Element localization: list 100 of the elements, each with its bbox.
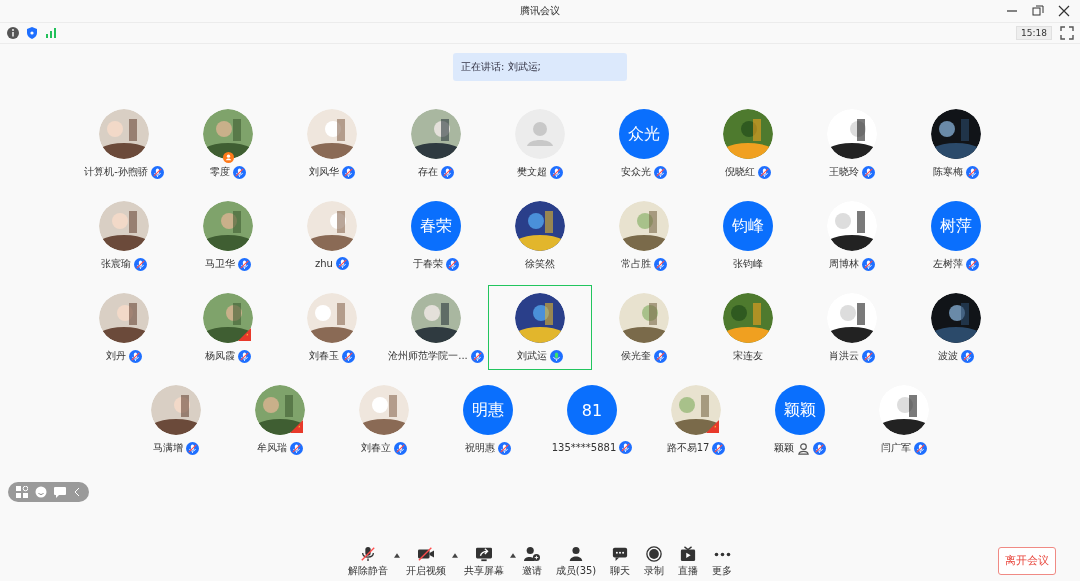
participant-name: 计算机-孙煦骄	[84, 165, 148, 179]
participant-name: 135****5881	[551, 442, 617, 453]
avatar-initials: 钧峰	[723, 201, 773, 251]
participant-tile[interactable]: 张宸瑜	[72, 193, 176, 278]
restore-icon[interactable]	[1032, 5, 1044, 17]
fullscreen-icon[interactable]	[1060, 26, 1074, 40]
camera-off-icon	[416, 546, 435, 562]
participant-tile[interactable]: 刘武运	[488, 285, 592, 370]
participant-tile[interactable]: 侯光奎	[592, 285, 696, 370]
toolbar-button[interactable]: 邀请	[521, 546, 542, 578]
window-title: 腾讯会议	[520, 4, 560, 18]
avatar-initials: 81	[567, 385, 617, 435]
participant-name: 闫广军	[881, 441, 911, 455]
toolbar-button[interactable]: 直播	[678, 546, 699, 578]
info-icon[interactable]	[6, 26, 20, 40]
avatar-initials: 颖颖	[775, 385, 825, 435]
participant-tile[interactable]: 波波	[904, 285, 1008, 370]
participant-name: 倪晓红	[725, 165, 755, 179]
add-person-icon	[522, 546, 541, 562]
participant-tile[interactable]: 杨凤霞	[176, 285, 280, 370]
participant-name: 樊文超	[517, 165, 547, 179]
participant-tile[interactable]: 颖颖 颖颖	[748, 377, 852, 462]
participant-name: 王晓玲	[829, 165, 859, 179]
toolbar-button[interactable]: 成员(35)	[555, 546, 597, 578]
participant-tile[interactable]: 樊文超	[488, 101, 592, 186]
participant-tile[interactable]: 马满增	[124, 377, 228, 462]
participant-tile[interactable]: 倪晓红	[696, 101, 800, 186]
participant-tile[interactable]: 陈寒梅	[904, 101, 1008, 186]
share-screen-icon	[474, 546, 493, 562]
person-icon	[567, 546, 585, 562]
participant-tile[interactable]: 树萍 左树萍	[904, 193, 1008, 278]
toolbar-button[interactable]: 录制	[644, 546, 665, 578]
participant-name: 刘春玉	[309, 349, 339, 363]
participant-name: 存在	[418, 165, 438, 179]
participant-tile[interactable]: 钧峰 张钧峰	[696, 193, 800, 278]
participant-tile[interactable]: 零度	[176, 101, 280, 186]
caret-icon[interactable]	[451, 552, 458, 558]
participant-tile[interactable]: 春荣 于春荣	[384, 193, 488, 278]
participant-name: 刘风华	[309, 165, 339, 179]
participant-tile[interactable]: 马卫华	[176, 193, 280, 278]
toolbar-button[interactable]: 更多	[712, 546, 733, 578]
participant-tile[interactable]: zhu	[280, 193, 384, 278]
close-icon[interactable]	[1058, 5, 1070, 17]
participant-tile[interactable]: 徐笑然	[488, 193, 592, 278]
collapse-icon[interactable]	[73, 486, 81, 498]
participant-tile[interactable]: 81 135****5881	[540, 377, 644, 462]
participant-name: 牟风瑞	[257, 441, 287, 455]
participant-name: 肖洪云	[829, 349, 859, 363]
participant-tile[interactable]: 刘春立	[332, 377, 436, 462]
participant-tile[interactable]: 众光 安众光	[592, 101, 696, 186]
participant-tile[interactable]: 牟风瑞	[228, 377, 332, 462]
participant-name: 零度	[210, 165, 230, 179]
participant-name: 安众光	[621, 165, 651, 179]
participant-tile[interactable]: 计算机-孙煦骄	[72, 101, 176, 186]
default-avatar-icon	[515, 109, 565, 159]
participant-tile[interactable]: 明惠 祝明惠	[436, 377, 540, 462]
participant-name: 马卫华	[205, 257, 235, 271]
toolbar-button[interactable]: 共享屏幕	[463, 546, 504, 578]
participant-tile[interactable]: 常占胜	[592, 193, 696, 278]
participant-name: zhu	[315, 258, 333, 269]
caret-icon[interactable]	[393, 552, 400, 558]
participant-name: 杨凤霞	[205, 349, 235, 363]
shield-icon[interactable]	[25, 26, 39, 40]
toolbar-button[interactable]: 解除静音	[347, 546, 388, 578]
participant-name: 侯光奎	[621, 349, 651, 363]
participant-name: 陈寒梅	[933, 165, 963, 179]
participant-name: 宋连友	[733, 349, 763, 363]
participant-tile[interactable]: 路不易17	[644, 377, 748, 462]
participant-name: 祝明惠	[465, 441, 495, 455]
tv-icon	[679, 546, 698, 562]
participant-tile[interactable]: 王晓玲	[800, 101, 904, 186]
participant-tile[interactable]: 刘风华	[280, 101, 384, 186]
grid-view-icon[interactable]	[16, 486, 28, 498]
leave-meeting-button[interactable]: 离开会议	[998, 547, 1056, 575]
signal-icon[interactable]	[44, 26, 58, 40]
participant-tile[interactable]: 肖洪云	[800, 285, 904, 370]
participant-tile[interactable]: 宋连友	[696, 285, 800, 370]
participant-name: 波波	[938, 349, 958, 363]
avatar-initials: 春荣	[411, 201, 461, 251]
participant-tile[interactable]: 周博林	[800, 193, 904, 278]
chat-bubble-icon[interactable]	[54, 486, 66, 498]
participant-tile[interactable]: 闫广军	[852, 377, 956, 462]
participant-name: 颖颖	[774, 441, 794, 455]
toolbar-button[interactable]: 聊天	[610, 546, 631, 578]
participant-tile[interactable]: 刘春玉	[280, 285, 384, 370]
participant-name: 左树萍	[933, 257, 963, 271]
avatar-initials: 树萍	[931, 201, 981, 251]
speaking-banner: 正在讲话: 刘武运;	[453, 53, 627, 81]
record-icon	[645, 546, 664, 562]
participant-name: 刘武运	[517, 349, 547, 363]
avatar-initials: 明惠	[463, 385, 513, 435]
participant-name: 刘丹	[106, 349, 126, 363]
participant-name: 张钧峰	[733, 257, 763, 271]
toolbar-button[interactable]: 开启视频	[405, 546, 446, 578]
meeting-time: 15:18	[1016, 26, 1052, 40]
participant-tile[interactable]: 沧州师范学院一...	[384, 285, 488, 370]
emoji-icon[interactable]	[35, 486, 47, 498]
participant-tile[interactable]: 刘丹	[72, 285, 176, 370]
caret-icon[interactable]	[509, 552, 516, 558]
participant-tile[interactable]: 存在	[384, 101, 488, 186]
